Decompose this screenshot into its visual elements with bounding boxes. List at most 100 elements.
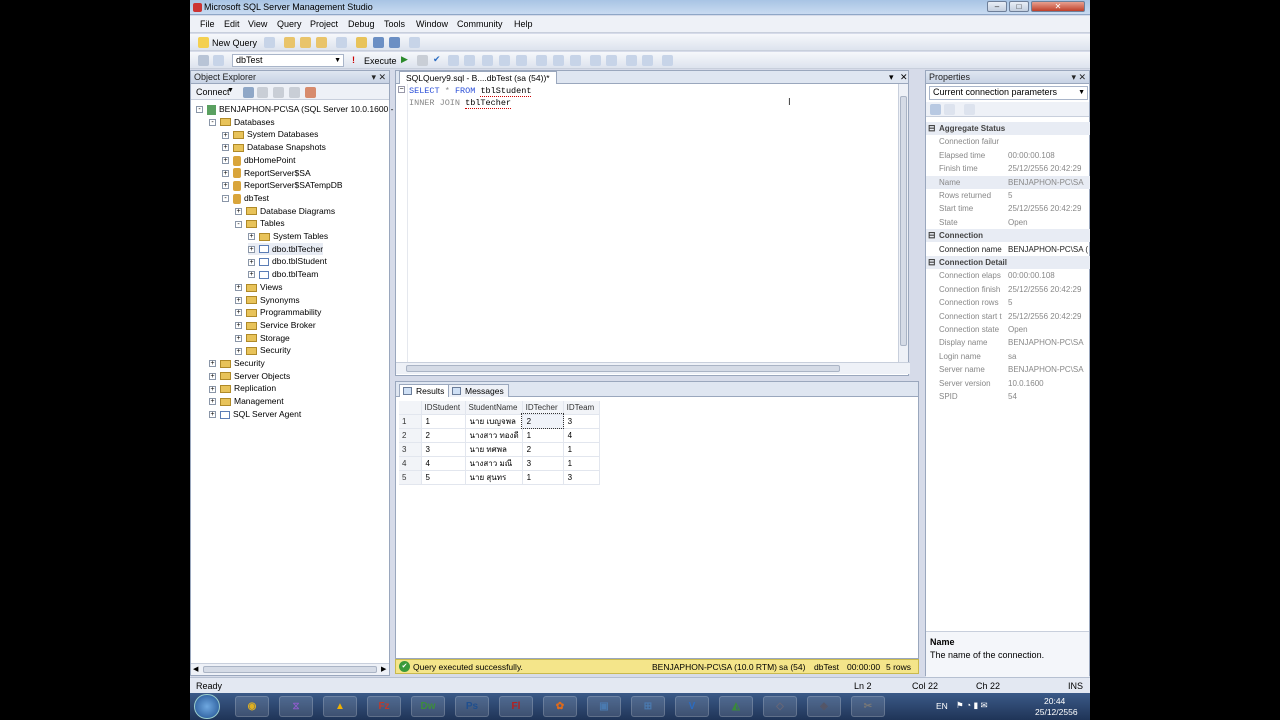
scroll-thumb[interactable] [900,96,907,346]
expand-icon[interactable]: + [222,131,229,139]
expand-icon[interactable]: + [222,157,229,165]
expand-icon[interactable]: + [235,207,242,215]
expand-icon[interactable]: + [235,309,242,317]
xampp-icon[interactable]: ✿ [543,696,577,717]
collapse-icon[interactable]: - [222,195,229,203]
table-row[interactable]: 3 3 นาย ทศพล 2 1 [399,442,600,457]
editor-vertical-scrollbar[interactable] [898,84,908,362]
property-row[interactable]: Connection name BENJAPHON-PC\SA ( [926,243,1090,256]
collapse-icon[interactable]: ⊟ [928,256,936,269]
row-number[interactable]: 2 [399,428,422,443]
table-cell[interactable]: 3 [563,414,600,429]
tree-node[interactable]: + ReportServer$SA [222,167,311,179]
uncomment-icon[interactable] [606,55,617,66]
editor-horizontal-scrollbar[interactable] [396,362,910,374]
menu-debug[interactable]: Debug [348,19,375,29]
open-file-icon[interactable] [356,37,367,48]
results-pane-icon[interactable] [570,55,581,66]
menu-tools[interactable]: Tools [384,19,405,29]
menu-query[interactable]: Query [277,19,302,29]
filezilla-icon[interactable]: Fz [367,696,401,717]
row-number[interactable]: 4 [399,456,422,471]
expand-icon[interactable]: + [248,258,255,266]
tree-node[interactable]: + System Databases [222,128,318,140]
tree-node[interactable]: + dbHomePoint [222,154,296,166]
property-row[interactable]: SPID 54 [926,390,1090,403]
tree-node[interactable]: + Security [235,344,291,356]
xmla-query-icon[interactable] [336,37,347,48]
tree-node[interactable]: + dbo.tblTecher [248,242,324,255]
property-row[interactable]: Connection state Open [926,323,1090,336]
expand-icon[interactable]: + [209,385,216,393]
close-icon[interactable]: ▾ ✕ [371,71,386,83]
expand-icon[interactable]: + [209,411,216,419]
table-cell[interactable]: 2 [522,442,564,457]
vs-express-icon[interactable]: V [675,696,709,717]
code-line-2[interactable]: INNER JOIN tblTecher [409,98,512,109]
table-cell[interactable]: 3 [522,456,564,471]
menu-view[interactable]: View [248,19,267,29]
database-selector[interactable]: dbTest ▼ [232,54,344,67]
language-indicator[interactable]: EN [936,701,948,711]
property-row[interactable]: Connection finish 25/12/2556 20:42:29 [926,283,1090,296]
row-number[interactable]: 1 [399,414,422,429]
collapse-icon[interactable]: ⊟ [928,229,936,242]
expand-icon[interactable]: + [235,334,242,342]
categorized-icon[interactable] [930,104,941,115]
stop-icon[interactable] [273,87,284,98]
tree-node[interactable]: + System Tables [248,230,328,242]
menu-project[interactable]: Project [310,19,338,29]
expand-icon[interactable]: + [235,296,242,304]
table-row[interactable]: 2 2 นางสาว ทองดี 1 4 [399,428,600,443]
cancel-query-icon[interactable] [417,55,428,66]
tree-node[interactable]: + Synonyms [235,294,300,306]
property-row[interactable]: Display name BENJAPHON-PC\SA [926,336,1090,349]
property-row[interactable]: Finish time 25/12/2556 20:42:29 [926,162,1090,175]
tree-node[interactable]: - dbTest [222,192,269,204]
visual-studio-icon[interactable]: ⧖ [279,696,313,717]
tree-node[interactable]: + Security [209,357,265,369]
dreamweaver-icon[interactable]: Dw [411,696,445,717]
property-row[interactable]: Server version 10.0.1600 [926,377,1090,390]
tray-icons[interactable]: ⚑ ◔ ▮ ✉ [956,700,988,711]
new-query-button[interactable]: New Query [212,38,257,48]
property-row[interactable]: Elapsed time 00:00:00.108 [926,149,1090,162]
disconnect-icon[interactable] [257,87,268,98]
table-cell[interactable]: นาย สุนทร [465,470,523,485]
table-cell[interactable]: 4 [563,428,600,443]
column-header[interactable]: IDStudent [421,401,466,415]
clock-time[interactable]: 20:44 [1044,696,1065,706]
expand-icon[interactable]: + [222,169,229,177]
expand-icon[interactable]: + [209,372,216,380]
code-line-1[interactable]: SELECT * FROM tblStudent [409,86,532,97]
client-stats-icon[interactable] [553,55,564,66]
table-cell[interactable]: 2 [421,428,466,443]
increase-indent-icon[interactable] [642,55,653,66]
tree-node[interactable]: + dbo.tblStudent [248,255,327,267]
parse-icon[interactable]: ✔ [433,54,441,65]
collapse-icon[interactable]: - [209,118,216,126]
network-app-icon[interactable]: ⊞ [631,696,665,717]
scroll-thumb[interactable] [406,365,840,372]
analysis-query-icon[interactable] [300,37,311,48]
scroll-right-icon[interactable]: ▶ [381,665,386,673]
column-header[interactable]: StudentName [465,401,523,415]
alphabetical-icon[interactable] [944,104,955,115]
expand-icon[interactable]: + [222,182,229,190]
expand-icon[interactable]: + [235,284,242,292]
connect-icon[interactable] [243,87,254,98]
display-plan-icon[interactable] [448,55,459,66]
property-category[interactable]: ⊟ Aggregate Status [926,122,1090,135]
menu-edit[interactable]: Edit [224,19,240,29]
connect-button[interactable]: Connect [196,87,230,97]
table-cell[interactable]: นางสาว มณี [465,456,523,471]
minimize-button[interactable]: – [987,1,1007,12]
table-cell[interactable]: 4 [421,456,466,471]
specify-values-icon[interactable] [662,55,673,66]
table-cell[interactable]: 1 [563,442,600,457]
property-pages-icon[interactable] [964,104,975,115]
property-row[interactable]: Server name BENJAPHON-PC\SA [926,363,1090,376]
column-header[interactable]: IDTeam [563,401,600,415]
property-category[interactable]: ⊟ Connection [926,229,1090,243]
row-number[interactable]: 5 [399,470,422,485]
